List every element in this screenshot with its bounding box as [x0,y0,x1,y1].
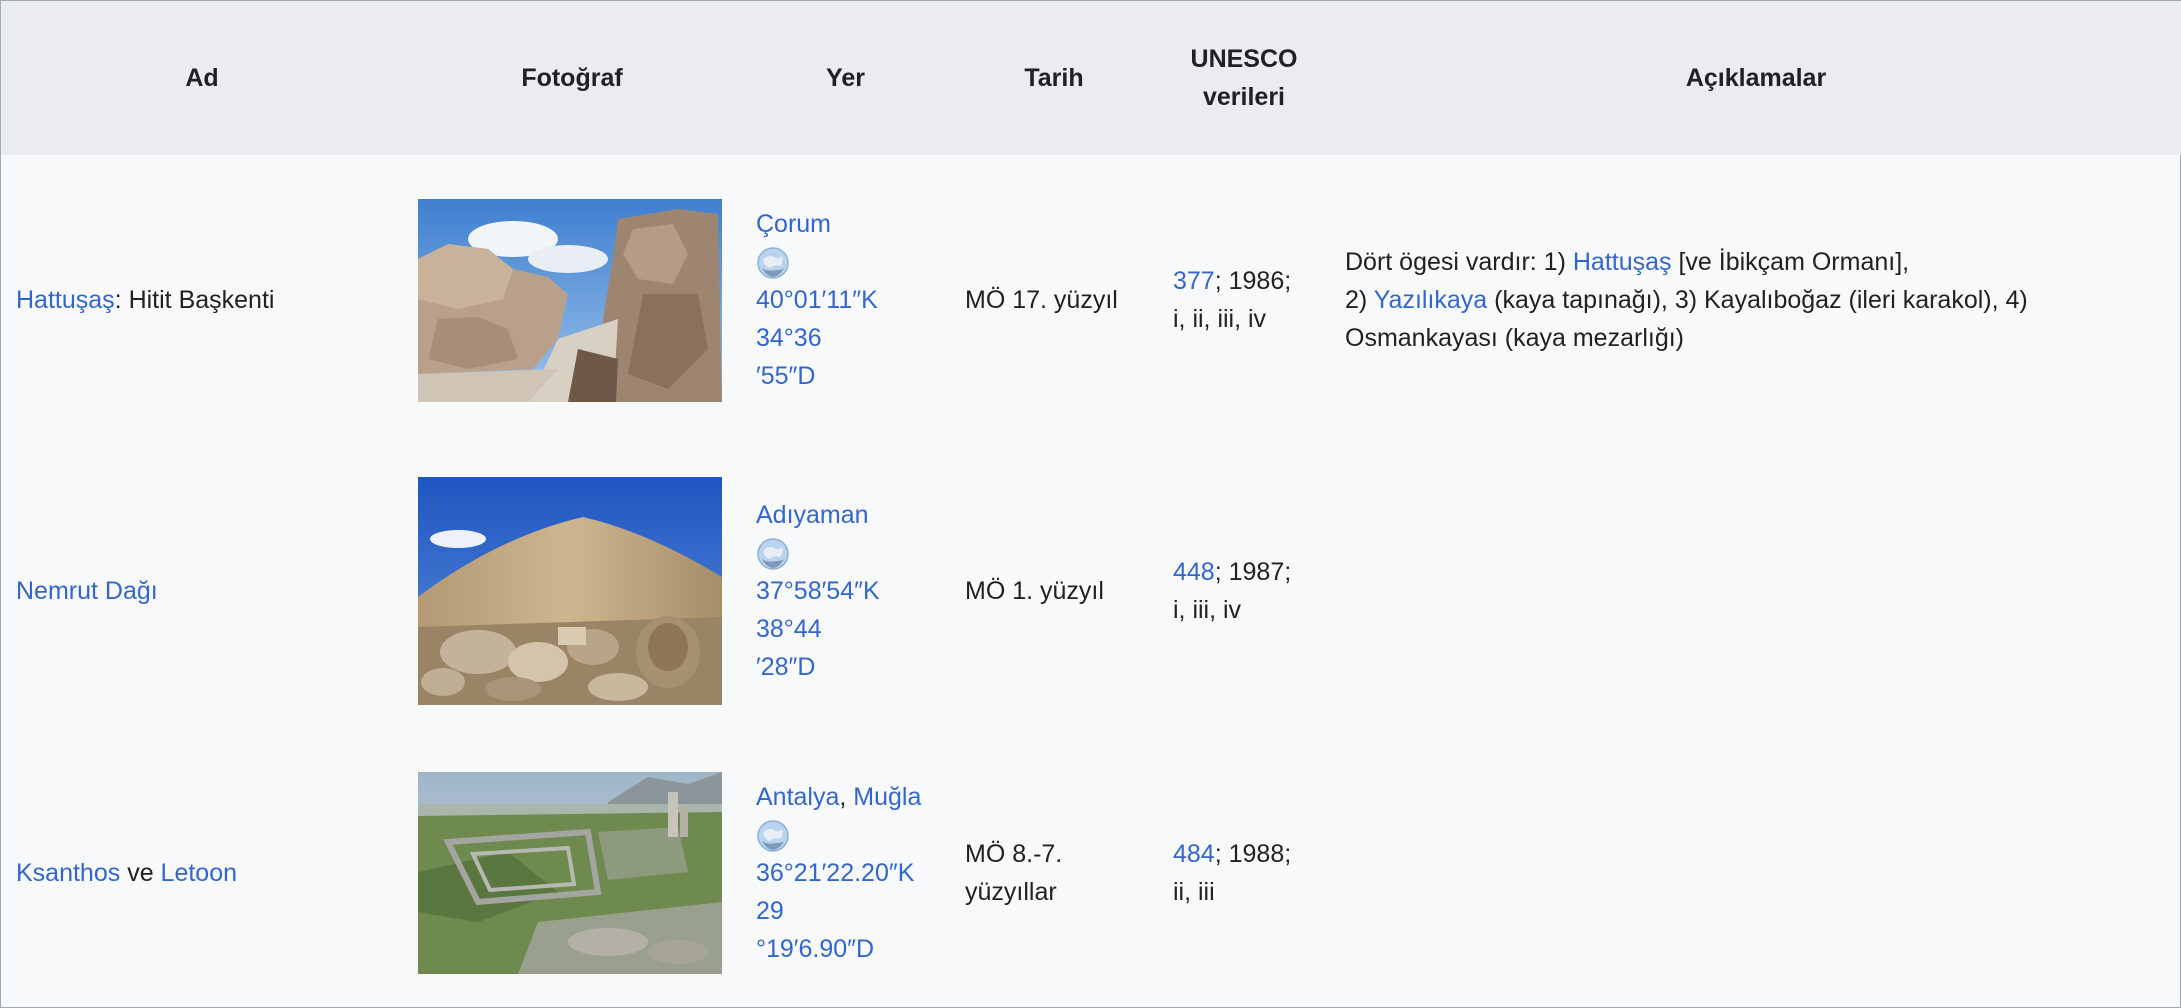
site-link-letoon[interactable]: Letoon [161,859,237,887]
xanthos-ruins-photo[interactable] [418,772,722,974]
nemrut-mountain-photo[interactable] [418,477,722,705]
location-link-mugla[interactable]: Muğla [853,783,921,811]
unesco-id-link[interactable]: 484 [1173,840,1215,868]
notes-text: Osmankayası (kaya mezarlığı) [1345,324,1684,352]
notes-link-yazilikaya[interactable]: Yazılıkaya [1374,286,1487,314]
cell-name: Ksanthos ve Letoon [1,737,403,1008]
cell-notes [1330,737,2181,1008]
unesco-criteria: i, iii, iv [1173,596,1242,624]
unesco-year: ; 1987; [1214,558,1292,586]
location-links: Antalya, Muğla [756,778,935,816]
unesco-id-link[interactable]: 377 [1173,267,1215,295]
cell-location: Çorum 40°01′11″K 34°36 ′55″D [741,155,950,445]
notes-link-hattusas[interactable]: Hattuşaş [1573,248,1672,276]
date-line1: MÖ 8.-7. [965,840,1063,868]
coordinates-link-line2[interactable]: °19′6.90″D [756,930,935,968]
table-row: Nemrut Dağı Adıyaman 37°58′54″K 38°44 ′2… [1,445,2181,737]
coordinates-link-line2[interactable]: ′28″D [756,648,935,686]
header-date[interactable]: Tarih [950,1,1158,155]
header-name[interactable]: Ad [1,1,403,155]
heritage-table-container: Ad Fotoğraf Yer Tarih UNESCO verileri Aç… [0,0,2181,1008]
globe-icon-wrap [756,534,935,572]
header-photo[interactable]: Fotoğraf [403,1,741,155]
cell-name: Hattuşaş: Hitit Başkenti [1,155,403,445]
cell-photo [403,155,741,445]
cell-location: Adıyaman 37°58′54″K 38°44 ′28″D [741,445,950,737]
cell-date: MÖ 17. yüzyıl [965,286,1118,314]
header-notes[interactable]: Açıklamalar [1330,1,2181,155]
notes-text: Dört ögesi vardır: 1) [1345,248,1573,276]
unesco-criteria: ii, iii [1173,878,1215,906]
cell-unesco: 484; 1988; ii, iii [1158,737,1330,1008]
site-name-rest: : Hitit Başkenti [114,286,275,314]
site-link-nemrut[interactable]: Nemrut Dağı [16,577,158,605]
cell-unesco: 377; 1986; i, ii, iii, iv [1158,155,1330,445]
globe-icon-wrap [756,243,935,281]
table-row: Ksanthos ve Letoon Antalya, Muğla 36°21′… [1,737,2181,1008]
unesco-year: ; 1988; [1214,840,1292,868]
cell-photo [403,737,741,1008]
site-name-connector: ve [120,859,161,887]
table-header-row: Ad Fotoğraf Yer Tarih UNESCO verileri Aç… [1,1,2181,155]
cell-photo [403,445,741,737]
globe-icon[interactable] [756,246,790,280]
notes-text: 2) [1345,286,1374,314]
header-location[interactable]: Yer [741,1,950,155]
unesco-id-link[interactable]: 448 [1173,558,1215,586]
location-link-adiyaman[interactable]: Adıyaman [756,496,935,534]
header-unesco[interactable]: UNESCO verileri [1158,1,1330,155]
location-link-antalya[interactable]: Antalya [756,783,839,811]
cell-location: Antalya, Muğla 36°21′22.20″K 29 °19′6.90… [741,737,950,1008]
coordinates-link-line1[interactable]: 36°21′22.20″K 29 [756,854,935,930]
notes-text: (kaya tapınağı), 3) Kayalıboğaz (ileri k… [1487,286,2028,314]
coordinates-link-line1[interactable]: 37°58′54″K 38°44 [756,572,935,648]
notes-text: [ve İbikçam Ormanı], [1671,248,1910,276]
location-separator: , [839,783,854,811]
coordinates-link-line1[interactable]: 40°01′11″K 34°36 [756,281,935,357]
globe-icon[interactable] [756,537,790,571]
globe-icon[interactable] [756,819,790,853]
cell-name: Nemrut Dağı [1,445,403,737]
cell-date: MÖ 8.-7. yüzyıllar [950,737,1158,1008]
header-unesco-line1: UNESCO [1190,45,1298,73]
coordinates-link-line2[interactable]: ′55″D [756,357,935,395]
table-row: Hattuşaş: Hitit Başkenti Çorum 40°01′11″… [1,155,2181,445]
heritage-sites-table: Ad Fotoğraf Yer Tarih UNESCO verileri Aç… [1,1,2181,1008]
date-line2: yüzyıllar [965,878,1057,906]
cell-notes: Dört ögesi vardır: 1) Hattuşaş [ve İbikç… [1330,155,2181,445]
site-link-hattusas[interactable]: Hattuşaş [16,286,115,314]
cell-date: MÖ 1. yüzyıl [965,577,1104,605]
location-link-corum[interactable]: Çorum [756,205,935,243]
hattusa-lion-gate-photo[interactable] [418,198,722,402]
site-link-ksanthos[interactable]: Ksanthos [16,859,120,887]
cell-notes [1330,445,2181,737]
cell-unesco: 448; 1987; i, iii, iv [1158,445,1330,737]
unesco-year: ; 1986; [1214,267,1292,295]
unesco-criteria: i, ii, iii, iv [1173,305,1267,333]
header-unesco-line2: verileri [1202,83,1285,111]
globe-icon-wrap [756,816,935,854]
